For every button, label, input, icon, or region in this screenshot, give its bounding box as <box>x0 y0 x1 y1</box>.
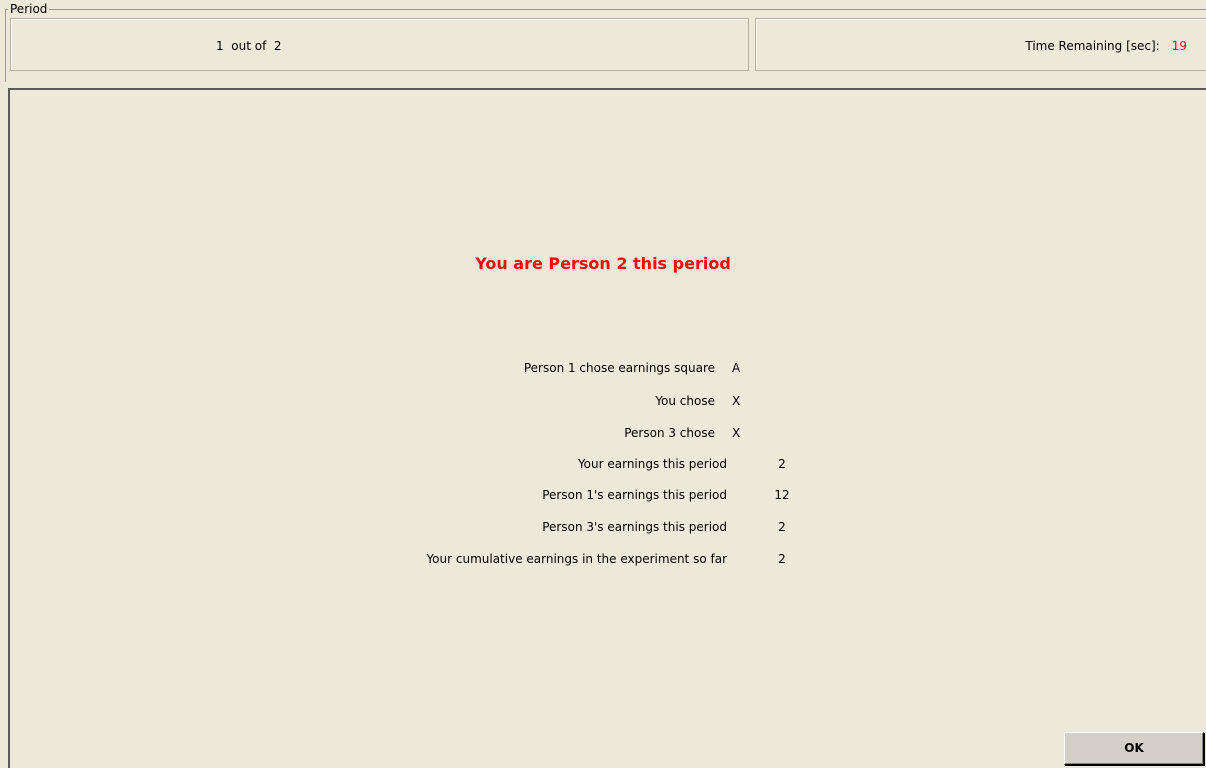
row-label-person1-earnings: Person 1's earnings this period <box>542 488 727 502</box>
row-label-person3-earnings: Person 3's earnings this period <box>542 520 727 534</box>
period-counter: 1 out of 2 <box>216 39 282 53</box>
timer-value: 19 <box>1171 39 1187 53</box>
row-choice-person1: A <box>732 361 741 375</box>
timer-readout: Time Remaining [sec]: 19 <box>1025 39 1187 53</box>
row-choice-person3: X <box>732 426 741 440</box>
period-legend: Period <box>8 1 50 17</box>
results-panel <box>8 88 1206 768</box>
row-label-your-earnings: Your earnings this period <box>577 457 727 471</box>
row-value-person3-earnings: 2 <box>778 520 786 534</box>
window-root: Period 1 out of 2 Time Remaining [sec]: 1… <box>0 0 1206 768</box>
row-label-your-choice: You chose <box>655 394 715 408</box>
row-label-cumulative-earnings: Your cumulative earnings in the experime… <box>426 552 727 566</box>
period-panel: 1 out of 2 <box>10 18 749 71</box>
timer-panel: Time Remaining [sec]: 19 <box>755 18 1206 71</box>
role-headline: You are Person 2 this period <box>475 254 731 273</box>
timer-label: Time Remaining [sec]: <box>1025 39 1160 53</box>
row-value-person1-earnings: 12 <box>774 488 790 502</box>
row-value-your-earnings: 2 <box>778 457 786 471</box>
row-choice-you: X <box>732 394 741 408</box>
row-label-person3-choice: Person 3 chose <box>624 426 715 440</box>
ok-button[interactable]: OK <box>1064 732 1204 765</box>
row-value-cumulative-earnings: 2 <box>778 552 786 566</box>
row-label-person1-choice: Person 1 chose earnings square <box>523 361 715 375</box>
